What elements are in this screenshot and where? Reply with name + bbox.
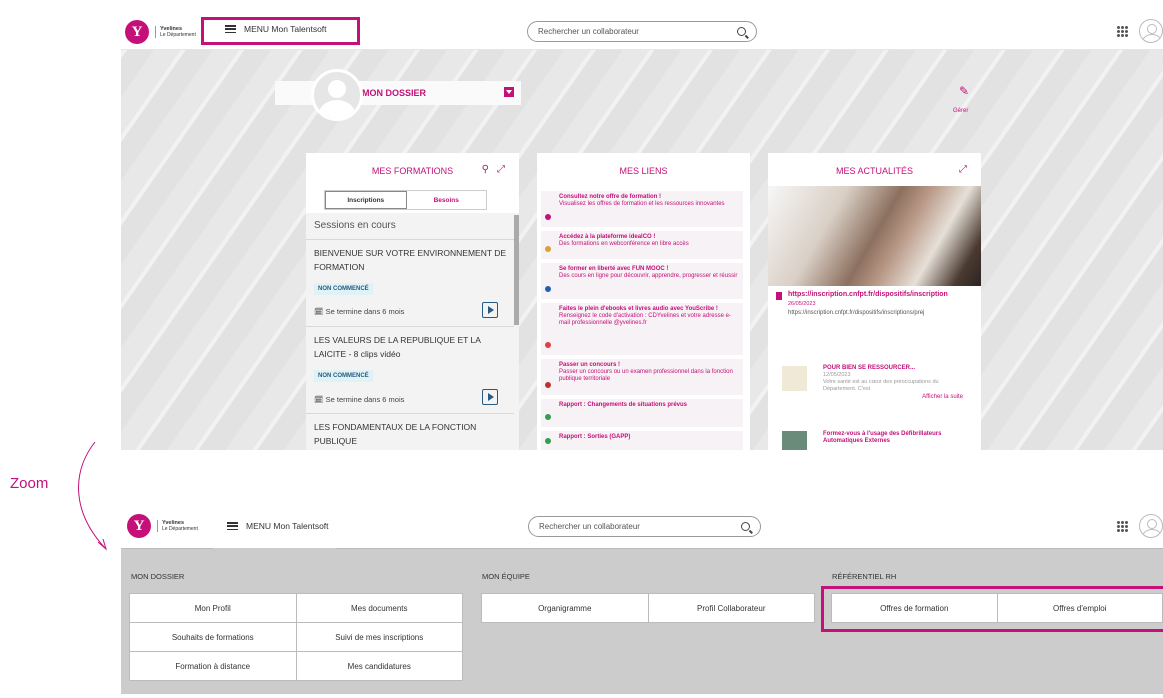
section-mon-equipe: MON ÉQUIPE	[482, 572, 530, 581]
link-item[interactable]: Passer un concours ! Passer un concours o…	[541, 359, 743, 395]
menu-item-formation-distance[interactable]: Formation à distance	[130, 652, 296, 680]
menu-item-profil-collaborateur[interactable]: Profil Collaborateur	[648, 594, 814, 622]
user-avatar[interactable]	[1139, 514, 1163, 538]
scrollbar[interactable]	[514, 215, 519, 325]
search-icon[interactable]: ⚲	[482, 164, 489, 175]
logo[interactable]: Y Yvelines Le Département	[125, 20, 196, 44]
menu-item-suivi[interactable]: Suivi de mes inscriptions	[296, 623, 462, 651]
news-thumbnail	[782, 431, 807, 450]
search-input[interactable]: Rechercher un collaborateur	[527, 21, 757, 42]
menu-item-organigramme[interactable]: Organigramme	[482, 594, 648, 622]
formations-card: MES FORMATIONS ⚲ ⤢ Inscriptions Besoins S…	[306, 153, 519, 450]
offres-highlight	[821, 586, 1163, 632]
excel-icon	[545, 414, 551, 420]
mon-dossier-menu: Mon Profil Mes documents Souhaits de for…	[129, 593, 463, 681]
link-item[interactable]: Se former en liberté avec FUN MOOC ! Des …	[541, 263, 743, 299]
logo-text: Yvelines Le Département	[155, 26, 196, 38]
actualites-title: MES ACTUALITÉS	[835, 166, 914, 176]
section-title: Sessions en cours	[314, 220, 396, 231]
menu-item-souhaits[interactable]: Souhaits de formations	[130, 623, 296, 651]
formation-title[interactable]: BIENVENUE SUR VOTRE ENVIRONNEMENT DE FOR…	[314, 246, 514, 274]
menu-item-mon-profil[interactable]: Mon Profil	[130, 594, 296, 622]
apps-grid-icon[interactable]	[1117, 521, 1128, 532]
play-button[interactable]	[482, 302, 498, 318]
menu-highlight	[201, 17, 360, 45]
idealco-icon	[545, 246, 551, 252]
news-url[interactable]: https://inscription.cnfpt.fr/dispositifs…	[788, 310, 924, 316]
top-screenshot: Y Yvelines Le Département MENU Mon Talent…	[121, 14, 1163, 450]
search-icon[interactable]	[741, 522, 750, 531]
link-item[interactable]: Accédez à la plateforme idealCO ! Des for…	[541, 231, 743, 259]
logo-text: Yvelines Le Département	[157, 520, 198, 532]
end-date: 🗓 Se termine dans 6 mois	[314, 307, 405, 316]
news-item[interactable]: Formez-vous à l'usage des Défibrillateur…	[823, 431, 963, 445]
manage-link[interactable]: Gérer	[953, 108, 968, 114]
news-item[interactable]: POUR BIEN SE RESSOURCER... 12/05/2023 Vo…	[823, 365, 963, 402]
search-placeholder: Rechercher un collaborateur	[538, 27, 639, 36]
link-item[interactable]: Consultez notre offre de formation ! Visu…	[541, 191, 743, 227]
dossier-title: MON DOSSIER	[362, 88, 427, 98]
apps-grid-icon[interactable]	[1117, 26, 1128, 37]
expand-icon[interactable]: ⤢	[497, 164, 505, 175]
link-item[interactable]: Rapport : Sorties (GAPP)	[541, 431, 743, 450]
profile-avatar	[311, 69, 363, 121]
menu-item-mes-documents[interactable]: Mes documents	[296, 594, 462, 622]
zoom-label: Zoom	[10, 475, 49, 492]
top-header: Y Yvelines Le Département MENU Mon Talent…	[121, 504, 1163, 548]
search-input[interactable]: Rechercher un collaborateur	[528, 516, 761, 537]
show-more-link[interactable]: Afficher la suite	[823, 393, 963, 402]
bottom-screenshot: Y Yvelines Le Département MENU Mon Talent…	[121, 504, 1163, 694]
search-placeholder: Rechercher un collaborateur	[539, 522, 640, 531]
formation-title[interactable]: LES FONDAMENTAUX DE LA FONCTION PUBLIQUE	[314, 420, 514, 448]
menu-button[interactable]: MENU Mon Talentsoft	[213, 504, 343, 548]
formation-title[interactable]: LES VALEURS DE LA REPUBLIQUE ET LA LAICI…	[314, 333, 514, 361]
dropdown-icon[interactable]	[504, 87, 514, 97]
link-item[interactable]: Faites le plein d'ebooks et livres audio…	[541, 303, 743, 355]
logo-mark: Y	[127, 514, 151, 538]
formations-list[interactable]: Sessions en cours BIENVENUE SUR VOTRE EN…	[306, 213, 519, 450]
mon-equipe-menu: Organigramme Profil Collaborateur	[481, 593, 815, 623]
search-icon[interactable]	[737, 27, 746, 36]
news-image[interactable]	[768, 186, 981, 286]
status-badge: NON COMMENCÉ	[314, 370, 373, 382]
pencil-icon[interactable]: ✎	[959, 84, 969, 98]
logo[interactable]: Y Yvelines Le Département	[127, 514, 198, 538]
news-thumbnail	[782, 366, 807, 391]
news-date: 26/05/2023	[788, 301, 816, 307]
zoom-arrow-icon	[78, 441, 107, 551]
section-mon-dossier: MON DOSSIER	[131, 572, 185, 581]
liens-title: MES LIENS	[619, 166, 668, 176]
bookmark-icon	[776, 292, 782, 300]
menu-label: MENU Mon Talentsoft	[246, 521, 329, 531]
status-badge: NON COMMENCÉ	[314, 283, 373, 295]
logo-mark: Y	[125, 20, 149, 44]
liens-card: MES LIENS Consultez notre offre de forma…	[537, 153, 750, 450]
link-item[interactable]: Rapport : Changements de situations prév…	[541, 399, 743, 427]
user-avatar[interactable]	[1139, 19, 1163, 43]
bulb-icon	[545, 214, 551, 220]
concours-icon	[545, 382, 551, 388]
formations-tabs: Inscriptions Besoins	[324, 190, 487, 210]
excel-icon	[545, 438, 551, 444]
tab-inscriptions[interactable]: Inscriptions	[325, 191, 407, 209]
expand-icon[interactable]: ⤢	[959, 164, 967, 175]
actualites-card: MES ACTUALITÉS ⤢ https://inscription.cnf…	[768, 153, 981, 450]
hamburger-icon	[227, 522, 238, 530]
mooc-icon	[545, 286, 551, 292]
end-date: 🗓 Se termine dans 6 mois	[314, 395, 405, 404]
tab-besoins[interactable]: Besoins	[407, 191, 487, 209]
pin-icon	[545, 342, 551, 348]
section-referentiel-rh: RÉFÉRENTIEL RH	[832, 572, 897, 581]
news-link[interactable]: https://inscription.cnfpt.fr/dispositifs…	[788, 291, 948, 298]
play-button[interactable]	[482, 389, 498, 405]
menu-item-candidatures[interactable]: Mes candidatures	[296, 652, 462, 680]
